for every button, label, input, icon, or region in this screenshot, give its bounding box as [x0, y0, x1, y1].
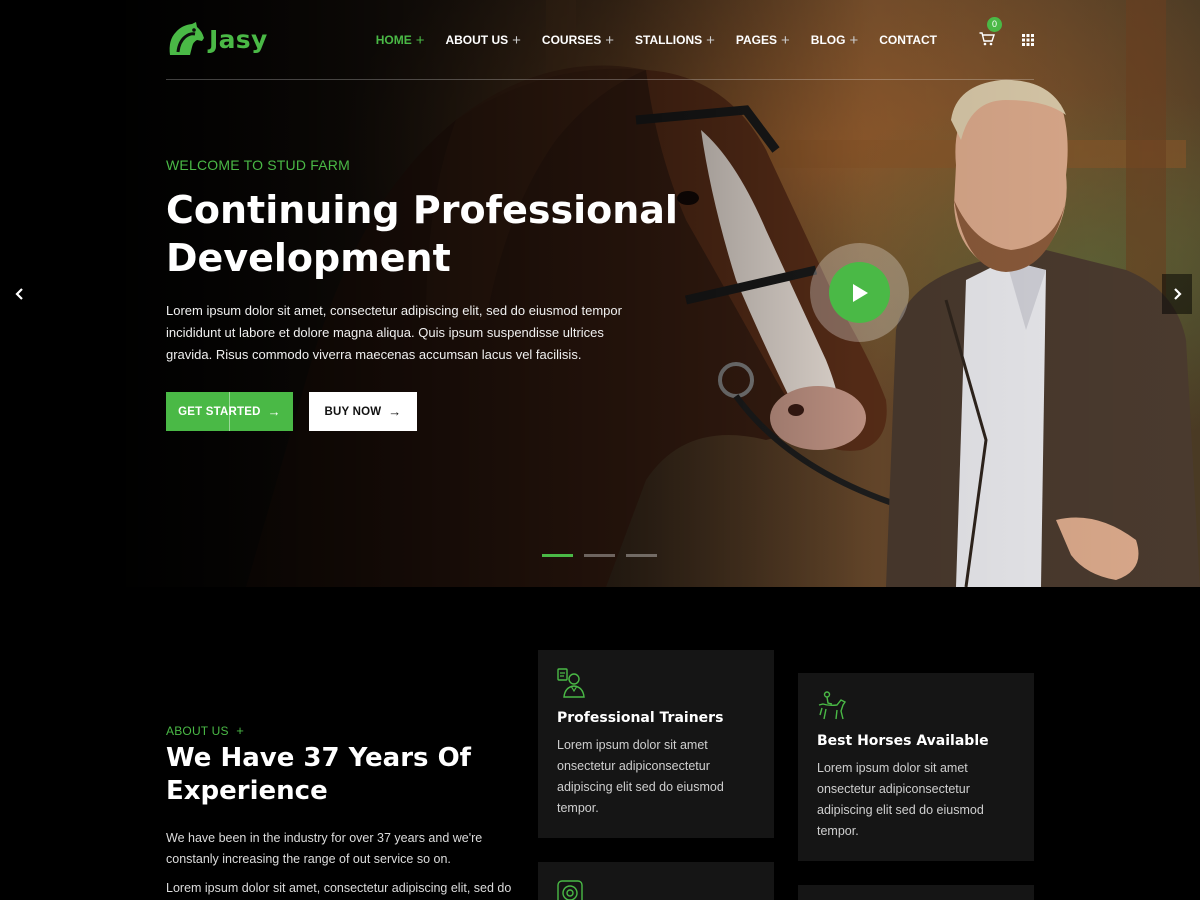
nav-item-contact[interactable]: CONTACT	[879, 33, 937, 47]
nav-item-stallions[interactable]: STALLIONS +	[635, 32, 715, 49]
feature-description: Lorem ipsum dolor sit amet onsectetur ad…	[557, 738, 724, 815]
feature-title: Best Horses Available	[817, 733, 989, 749]
button-divider	[229, 392, 230, 431]
slider-prev-button[interactable]	[0, 274, 40, 314]
horse-head-logo-icon	[169, 22, 204, 55]
nav-label: HOME	[375, 33, 412, 47]
target-icon	[557, 880, 583, 900]
play-circle[interactable]	[829, 262, 890, 323]
play-icon	[852, 283, 868, 302]
plus-icon: +	[605, 31, 615, 49]
slider-dot-1[interactable]	[542, 554, 573, 557]
hero-title-line-2: Development	[166, 236, 451, 280]
plus-icon: +	[706, 31, 715, 49]
feature-title: Professional Trainers	[557, 710, 724, 726]
trainer-icon	[557, 668, 585, 698]
nav-label: PAGES	[735, 33, 778, 47]
cart-icon	[979, 32, 995, 46]
nav-item-courses[interactable]: COURSES +	[542, 32, 614, 49]
chevron-right-icon	[1174, 288, 1182, 300]
plus-icon: +	[781, 31, 790, 49]
feature-card-3	[538, 862, 774, 900]
site-logo[interactable]: Jasy	[166, 22, 268, 56]
plus-icon: +	[236, 723, 245, 738]
main-navigation: HOME + ABOUT US + COURSES + STALLIONS + PAGE…	[355, 17, 1034, 50]
nav-item-about-us[interactable]: ABOUT US +	[445, 32, 520, 49]
video-play-button[interactable]	[810, 243, 909, 342]
about-paragraph-2: Lorem ipsum dolor sit amet, consectetur …	[166, 881, 512, 895]
get-started-button[interactable]: GET STARTED →	[166, 392, 293, 431]
arrow-right-icon: →	[388, 404, 402, 419]
plus-icon: +	[415, 31, 425, 49]
header-divider	[166, 79, 1034, 80]
hero-eyebrow: WELCOME TO STUD FARM	[166, 157, 350, 173]
slider-dot-2[interactable]	[584, 554, 615, 557]
button-label: BUY NOW	[324, 405, 382, 418]
plus-icon: +	[849, 31, 859, 49]
cart-button[interactable]: 0	[979, 17, 1002, 48]
arrow-right-icon: →	[267, 404, 281, 419]
about-eyebrow-label: ABOUT US	[166, 724, 229, 738]
hero-description: Lorem ipsum dolor sit amet, consectetur …	[166, 303, 622, 362]
nav-label: ABOUT US	[445, 33, 509, 47]
button-label: GET STARTED	[178, 405, 261, 418]
slider-next-button[interactable]	[1162, 274, 1192, 314]
chevron-left-icon	[15, 288, 23, 300]
feature-card-horses: Best Horses Available Lorem ipsum dolor …	[798, 673, 1034, 861]
plus-icon: +	[512, 31, 521, 49]
slider-dot-3[interactable]	[626, 554, 657, 557]
feature-card-trainers: Professional Trainers Lorem ipsum dolor …	[538, 650, 774, 838]
feature-card-4	[798, 885, 1034, 900]
logo-text: Jasy	[209, 24, 268, 54]
slider-pagination	[542, 554, 668, 557]
buy-now-button[interactable]: BUY NOW →	[309, 392, 417, 431]
nav-label: CONTACT	[879, 33, 937, 47]
nav-label: BLOG	[810, 33, 846, 47]
hero-title: Continuing Professional Development	[166, 186, 726, 282]
about-title: We Have 37 Years Of Experience	[166, 743, 471, 806]
nav-label: STALLIONS	[635, 33, 703, 47]
cart-count-badge: 0	[987, 17, 1002, 32]
hero-dark-overlay	[0, 0, 1200, 587]
nav-item-blog[interactable]: BLOG +	[811, 32, 858, 49]
hero-title-line-1: Continuing Professional	[166, 188, 678, 232]
feature-description: Lorem ipsum dolor sit amet onsectetur ad…	[817, 761, 984, 838]
rider-horse-icon	[818, 691, 847, 720]
nav-label: COURSES	[541, 33, 602, 47]
nav-item-pages[interactable]: PAGES +	[736, 32, 790, 49]
hero-slider	[0, 0, 1200, 587]
grid-menu-icon[interactable]	[1022, 34, 1034, 46]
about-paragraph-1: We have been in the industry for over 37…	[166, 831, 483, 866]
nav-item-home[interactable]: HOME +	[376, 32, 425, 49]
about-eyebrow: ABOUT US +	[166, 723, 244, 738]
